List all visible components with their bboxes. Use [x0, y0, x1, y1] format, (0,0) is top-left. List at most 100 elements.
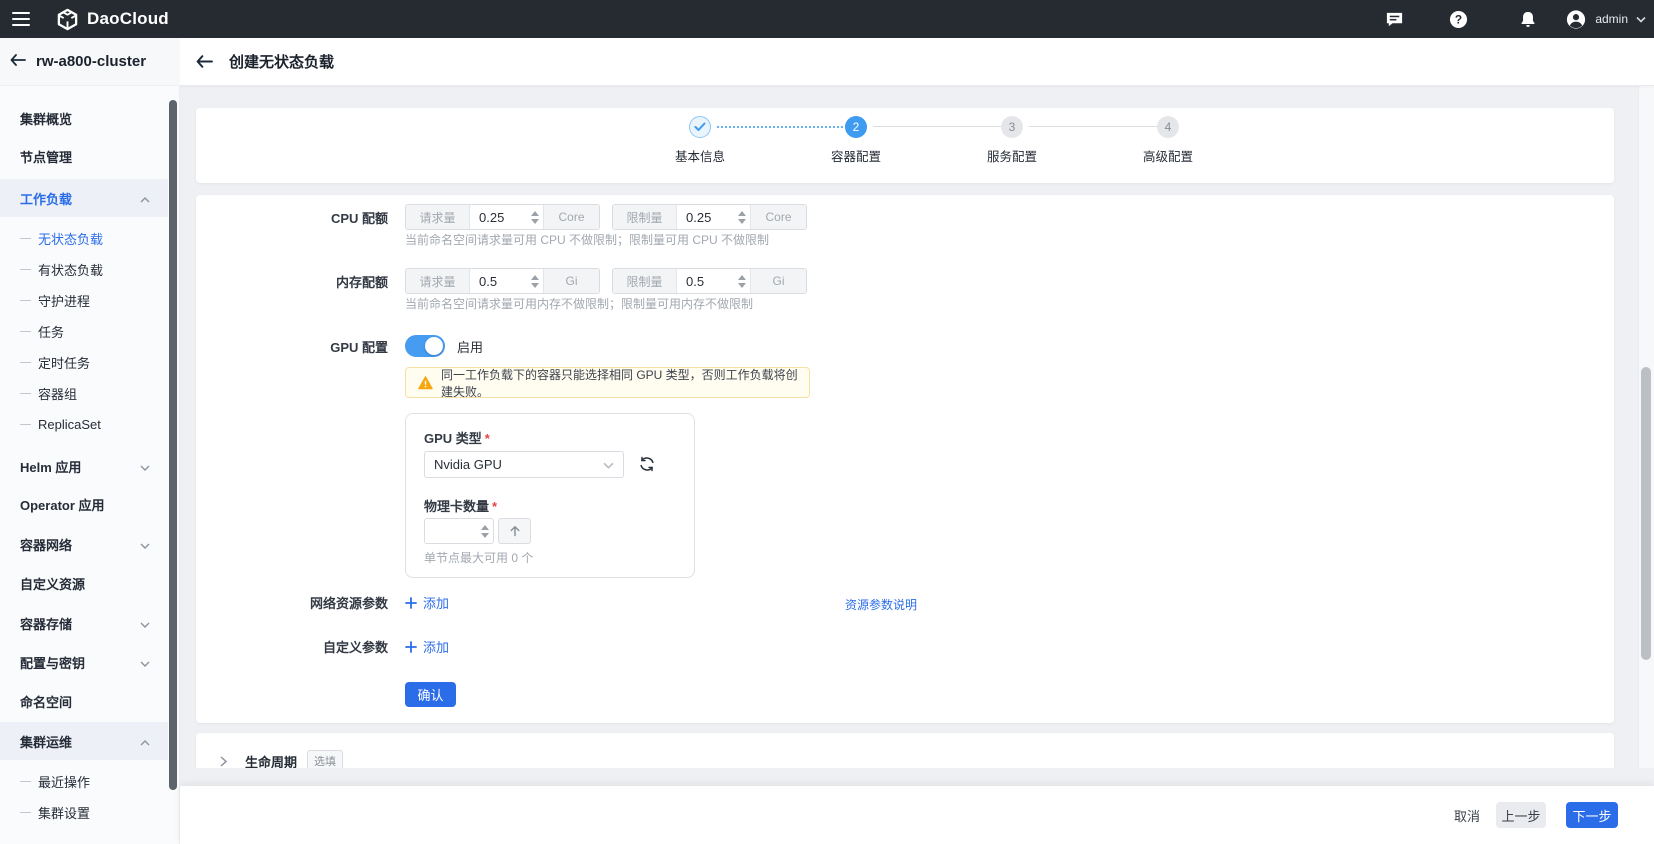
required-mark: * — [485, 431, 490, 446]
sidebar-item-node-management[interactable]: 节点管理 — [0, 141, 168, 171]
help-icon[interactable]: ? — [1448, 9, 1468, 29]
sidebar-item-cronjobs[interactable]: 定时任务 — [0, 347, 168, 377]
dash-icon — [20, 331, 31, 332]
stepper-arrows[interactable] — [734, 205, 750, 229]
chevron-down-icon — [1636, 10, 1646, 28]
cpu-quota-label: CPU 配额 — [196, 208, 388, 227]
dash-icon — [20, 269, 31, 270]
sidebar-item-custom-resources[interactable]: 自定义资源 — [0, 568, 168, 598]
cpu-limit-group: 限制量 Core — [612, 204, 807, 230]
custom-params-add-button[interactable]: 添加 — [405, 637, 449, 656]
lifecycle-label: 生命周期 — [245, 752, 297, 769]
page-scrollbar-thumb[interactable] — [1641, 367, 1651, 660]
chevron-right-icon — [220, 756, 227, 767]
stepper-arrows[interactable] — [477, 519, 493, 543]
sidebar-item-statefulsets[interactable]: 有状态负载 — [0, 254, 168, 284]
gpu-warning-text: 同一工作负载下的容器只能选择相同 GPU 类型，否则工作负载将创建失败。 — [441, 366, 809, 400]
step-container-config: 2 容器配置 — [796, 116, 916, 165]
gpu-count-up-button[interactable] — [498, 518, 531, 544]
sidebar-item-namespaces[interactable]: 命名空间 — [0, 686, 168, 716]
brand[interactable]: DaoCloud — [56, 8, 169, 31]
arrow-up-icon — [509, 525, 521, 537]
network-params-add-button[interactable]: 添加 — [405, 593, 449, 612]
avatar[interactable] — [1566, 9, 1586, 29]
gpu-type-label: GPU 类型* — [424, 428, 490, 447]
notification-bell-icon[interactable] — [1518, 9, 1538, 29]
sidebar-item-cluster-settings[interactable]: 集群设置 — [0, 797, 168, 827]
memory-quota-help: 当前命名空间请求量可用内存不做限制；限制量可用内存不做限制 — [405, 295, 753, 312]
sidebar-scrollbar[interactable] — [169, 100, 177, 790]
back-arrow-icon[interactable] — [196, 55, 213, 68]
message-icon[interactable] — [1384, 9, 1404, 29]
gpu-settings-panel: GPU 类型* Nvidia GPU 物理卡数量* — [405, 413, 695, 578]
sidebar-item-deployments[interactable]: 无状态负载 — [0, 223, 168, 253]
stepper-card: 基本信息 2 容器配置 3 服务配置 4 高级配置 — [196, 108, 1614, 183]
gpu-type-select[interactable]: Nvidia GPU — [424, 451, 624, 478]
sidebar-item-cluster-overview[interactable]: 集群概览 — [0, 103, 168, 133]
sidebar-item-container-network[interactable]: 容器网络 — [0, 529, 168, 559]
chevron-up-icon — [140, 734, 150, 749]
sidebar-item-jobs[interactable]: 任务 — [0, 316, 168, 346]
step-done-circle — [689, 116, 711, 138]
sidebar-item-recent-operations[interactable]: 最近操作 — [0, 766, 168, 796]
resource-params-doc-link[interactable]: 资源参数说明 — [845, 596, 917, 613]
back-arrow-icon[interactable] — [10, 53, 26, 71]
lifecycle-section-toggle[interactable]: 生命周期 选填 — [196, 742, 1614, 768]
optional-badge: 选填 — [307, 750, 343, 768]
sidebar-item-helm-apps[interactable]: Helm 应用 — [0, 451, 168, 481]
plus-icon — [405, 597, 417, 609]
sidebar-item-config-secrets[interactable]: 配置与密钥 — [0, 647, 168, 677]
sidebar-item-replicaset[interactable]: ReplicaSet — [0, 409, 168, 439]
cpu-limit-input[interactable] — [677, 205, 734, 229]
menu-icon[interactable] — [2, 0, 40, 38]
container-config-form: CPU 配额 请求量 Core 限制量 Core 当前命名空间请求量可用 CPU… — [196, 195, 1614, 723]
previous-step-button[interactable]: 上一步 — [1496, 802, 1546, 828]
user-menu[interactable]: admin — [1595, 10, 1646, 28]
cancel-button[interactable]: 取消 — [1454, 806, 1480, 825]
page-header: 创建无状态负载 — [180, 38, 1654, 86]
gpu-enable-toggle[interactable] — [405, 335, 445, 357]
gpu-count-group — [424, 518, 494, 544]
sidebar-item-workloads[interactable]: 工作负载 — [0, 179, 168, 217]
gpu-count-input[interactable] — [425, 519, 477, 543]
next-step-button[interactable]: 下一步 — [1566, 802, 1618, 828]
sidebar-item-operator-apps[interactable]: Operator 应用 — [0, 489, 168, 519]
chevron-down-icon — [140, 537, 150, 552]
page-title: 创建无状态负载 — [229, 51, 334, 72]
cluster-breadcrumb[interactable]: rw-a800-cluster — [0, 38, 180, 86]
wizard-footer: 取消 上一步 下一步 — [180, 786, 1654, 844]
sidebar-item-daemonsets[interactable]: 守护进程 — [0, 285, 168, 315]
topbar: DaoCloud ? admin — [0, 0, 1654, 38]
memory-quota-row: 内存配额 请求量 Gi 限制量 Gi — [196, 268, 1614, 294]
check-icon — [694, 122, 706, 132]
stepper-arrows[interactable] — [527, 269, 543, 293]
gpu-type-value: Nvidia GPU — [434, 457, 603, 472]
sidebar-item-container-storage[interactable]: 容器存储 — [0, 608, 168, 638]
memory-quota-label: 内存配额 — [196, 272, 388, 291]
stepper-arrows[interactable] — [734, 269, 750, 293]
memory-request-input[interactable] — [470, 269, 527, 293]
cpu-request-input[interactable] — [470, 205, 527, 229]
chevron-down-icon — [140, 459, 150, 474]
chevron-down-icon — [140, 655, 150, 670]
dash-icon — [20, 238, 31, 239]
memory-limit-input[interactable] — [677, 269, 734, 293]
gpu-toggle-label: 启用 — [457, 337, 483, 356]
confirm-button[interactable]: 确认 — [405, 682, 456, 707]
chevron-down-icon — [140, 616, 150, 631]
dash-icon — [20, 393, 31, 394]
page-scrollbar-track[interactable] — [1638, 86, 1654, 768]
step-advanced-config: 4 高级配置 — [1108, 116, 1228, 165]
gpu-config-row: GPU 配置 启用 — [196, 335, 1614, 357]
brand-name: DaoCloud — [87, 9, 169, 29]
content-area: 基本信息 2 容器配置 3 服务配置 4 高级配置 CPU 配额 请求量 — [180, 86, 1654, 768]
gpu-warning-alert: 同一工作负载下的容器只能选择相同 GPU 类型，否则工作负载将创建失败。 — [405, 367, 810, 398]
refresh-icon[interactable] — [638, 455, 656, 478]
warning-icon — [418, 376, 433, 390]
sidebar-item-pods[interactable]: 容器组 — [0, 378, 168, 408]
network-params-label: 网络资源参数 — [196, 593, 388, 612]
dash-icon — [20, 781, 31, 782]
sidebar-item-cluster-ops[interactable]: 集群运维 — [0, 722, 168, 760]
user-name: admin — [1595, 12, 1628, 26]
stepper-arrows[interactable] — [527, 205, 543, 229]
